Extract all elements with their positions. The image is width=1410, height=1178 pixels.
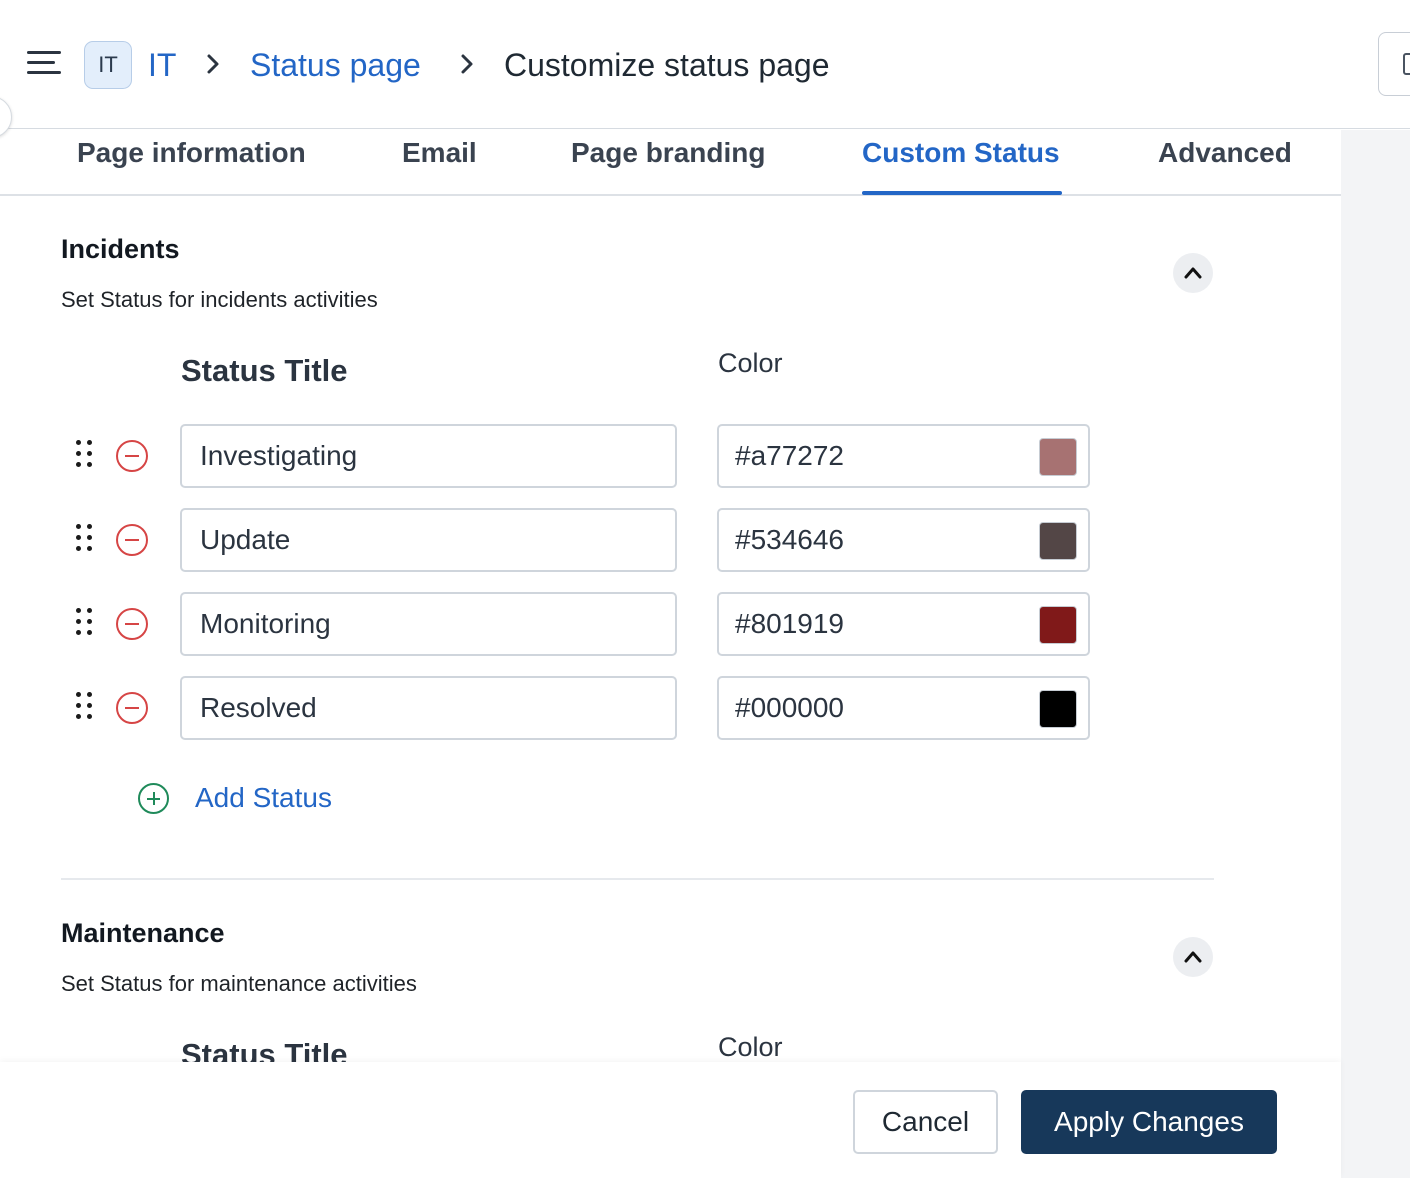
remove-status-button[interactable]: [116, 440, 148, 472]
tab-page-information[interactable]: Page information: [77, 136, 306, 170]
status-color-field: [717, 424, 1090, 488]
chevron-up-icon: [1184, 951, 1202, 963]
drag-handle-icon[interactable]: [76, 524, 92, 556]
clipboard-icon: [1403, 53, 1410, 75]
tab-bar: Page information Email Page branding Cus…: [0, 130, 1341, 196]
tab-advanced[interactable]: Advanced: [1158, 136, 1292, 170]
status-title-input[interactable]: [180, 508, 677, 572]
color-swatch[interactable]: [1039, 438, 1077, 476]
tab-custom-status[interactable]: Custom Status: [862, 136, 1060, 170]
maintenance-title: Maintenance: [61, 918, 225, 948]
tab-page-branding[interactable]: Page branding: [571, 136, 765, 170]
status-color-field: [717, 676, 1090, 740]
color-column-header: Color: [718, 348, 783, 378]
maintenance-color-column-header: Color: [718, 1032, 783, 1062]
status-title-input[interactable]: [180, 424, 677, 488]
drag-handle-icon[interactable]: [76, 440, 92, 472]
remove-status-button[interactable]: [116, 524, 148, 556]
breadcrumb-status-page[interactable]: Status page: [250, 44, 421, 86]
remove-status-button[interactable]: [116, 608, 148, 640]
drag-handle-icon[interactable]: [76, 608, 92, 640]
status-color-field: [717, 592, 1090, 656]
chevron-up-icon: [1184, 267, 1202, 279]
section-divider: [61, 878, 1214, 880]
clipboard-button[interactable]: [1378, 32, 1410, 96]
add-status-label: Add Status: [195, 782, 332, 813]
apply-changes-button[interactable]: Apply Changes: [1021, 1090, 1277, 1154]
active-tab-indicator: [862, 191, 1062, 195]
maintenance-collapse-button[interactable]: [1173, 937, 1213, 977]
tab-email[interactable]: Email: [402, 136, 477, 170]
action-footer: Cancel Apply Changes: [0, 1062, 1341, 1178]
chevron-right-icon: [207, 54, 219, 74]
color-swatch[interactable]: [1039, 690, 1077, 728]
incidents-collapse-button[interactable]: [1173, 253, 1213, 293]
status-title-input[interactable]: [180, 592, 677, 656]
status-title-input[interactable]: [180, 676, 677, 740]
maintenance-subtitle: Set Status for maintenance activities: [61, 971, 417, 996]
right-gutter: [1341, 130, 1410, 1178]
hamburger-menu-icon[interactable]: [27, 51, 61, 77]
status-title-column-header: Status Title: [181, 353, 348, 388]
top-header: IT IT Status page Customize status page: [0, 0, 1410, 129]
remove-status-button[interactable]: [116, 692, 148, 724]
chevron-right-icon: [461, 54, 473, 74]
plus-circle-icon: [138, 783, 169, 814]
incidents-title: Incidents: [61, 234, 180, 264]
breadcrumb-current: Customize status page: [504, 47, 830, 83]
color-swatch[interactable]: [1039, 522, 1077, 560]
workspace-badge[interactable]: IT: [84, 41, 132, 89]
drag-handle-icon[interactable]: [76, 692, 92, 724]
incidents-subtitle: Set Status for incidents activities: [61, 287, 378, 312]
status-color-input[interactable]: [719, 594, 1019, 654]
breadcrumb-workspace[interactable]: IT: [148, 44, 176, 86]
status-color-field: [717, 508, 1090, 572]
status-color-input[interactable]: [719, 510, 1019, 570]
status-color-input[interactable]: [719, 426, 1019, 486]
color-swatch[interactable]: [1039, 606, 1077, 644]
cancel-button[interactable]: Cancel: [853, 1090, 998, 1154]
status-color-input[interactable]: [719, 678, 1019, 738]
